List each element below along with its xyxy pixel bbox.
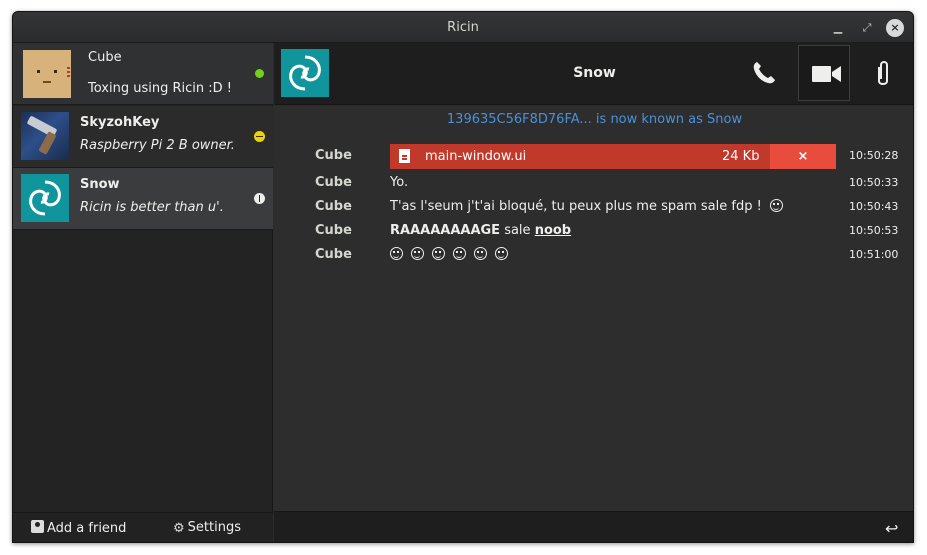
message-sender: Cube bbox=[315, 148, 352, 163]
add-friend-label: Add a friend bbox=[47, 521, 127, 536]
message-time: 10:50:28 bbox=[849, 149, 899, 162]
message-underlined-text: noob bbox=[534, 223, 572, 238]
chat-footer: ↩ bbox=[274, 511, 913, 542]
attach-file-button[interactable] bbox=[857, 45, 909, 101]
message-text: T'as l'seum j't'ai bloqué, tu peux plus … bbox=[390, 199, 791, 214]
friend-item-skyzohkey[interactable]: SkyzohKey Raspberry Pi 2 B owner. bbox=[13, 106, 273, 168]
chat-header: Snow bbox=[274, 43, 913, 105]
message-area: 139635C56F8D76FA... is now known as Snow… bbox=[274, 106, 913, 511]
message-sender: Cube bbox=[315, 199, 352, 214]
friend-item-snow[interactable]: Snow Ricin is better than u'. bbox=[13, 168, 273, 230]
message-row: Cube RAAAAAAAAGE sale noob 10:50:53 bbox=[274, 219, 913, 243]
message-plain-text: sale bbox=[500, 223, 535, 238]
smiley-emoji-icon bbox=[453, 247, 466, 260]
close-button[interactable]: × bbox=[886, 19, 904, 37]
message-time: 10:51:00 bbox=[849, 248, 899, 261]
maximize-button[interactable]: ⤢ bbox=[858, 19, 876, 37]
message-sender: Cube bbox=[315, 223, 352, 238]
message-emojis bbox=[390, 247, 516, 262]
message-row: Cube Yo. 10:50:33 bbox=[274, 171, 913, 195]
settings-label: Settings bbox=[187, 520, 241, 535]
titlebar: Ricin ▁ ⤢ × bbox=[13, 12, 913, 43]
smiley-emoji-icon bbox=[390, 247, 403, 260]
minimize-button[interactable]: ▁ bbox=[829, 19, 847, 37]
message-row: Cube T'as l'seum j't'ai bloqué, tu peux … bbox=[274, 195, 913, 219]
paperclip-icon bbox=[878, 61, 888, 85]
smiley-emoji-icon bbox=[474, 247, 487, 260]
friend-status-message: Raspberry Pi 2 B owner. bbox=[80, 138, 235, 153]
file-size: 24 Kb bbox=[722, 149, 760, 164]
friend-name: SkyzohKey bbox=[80, 115, 160, 130]
profile-header[interactable]: Cube Toxing using Ricin :D ! bbox=[13, 43, 273, 105]
message-time: 10:50:53 bbox=[849, 224, 899, 237]
sidebar-footer: Add a friend ⚙ Settings bbox=[13, 512, 273, 542]
phone-icon bbox=[753, 62, 775, 84]
online-status-icon[interactable] bbox=[255, 69, 264, 78]
file-icon bbox=[399, 149, 410, 163]
smiley-emoji-icon bbox=[432, 247, 445, 260]
avatar bbox=[21, 112, 69, 160]
message-text: RAAAAAAAAGE sale noob bbox=[390, 223, 571, 238]
window-title: Ricin bbox=[447, 20, 479, 35]
nickname-change-notice: 139635C56F8D76FA... is now known as Snow bbox=[446, 112, 743, 127]
file-transfer-bar[interactable]: main-window.ui 24 Kb × bbox=[390, 144, 836, 169]
message-time: 10:50:43 bbox=[849, 200, 899, 213]
message-row: Cube main-window.ui 24 Kb × 10:50:28 bbox=[274, 144, 913, 169]
profile-name[interactable]: Cube bbox=[88, 50, 122, 65]
smiley-emoji-icon bbox=[411, 247, 424, 260]
message-sender: Cube bbox=[315, 247, 352, 262]
smiley-emoji-icon bbox=[769, 199, 783, 212]
message-sender: Cube bbox=[315, 175, 352, 190]
profile-avatar[interactable] bbox=[23, 50, 71, 98]
swirl-logo-icon bbox=[29, 180, 61, 216]
add-user-icon bbox=[31, 520, 44, 533]
message-bold-text: RAAAAAAAAGE bbox=[390, 223, 501, 238]
away-status-icon bbox=[254, 131, 265, 142]
call-button[interactable] bbox=[737, 45, 789, 101]
profile-status-message[interactable]: Toxing using Ricin :D ! bbox=[88, 81, 232, 96]
message-row: Cube 10:51:00 bbox=[274, 243, 913, 267]
gear-icon: ⚙ bbox=[173, 521, 185, 536]
add-friend-button[interactable]: Add a friend bbox=[31, 520, 126, 536]
avatar bbox=[21, 174, 69, 222]
settings-button[interactable]: ⚙ Settings bbox=[173, 520, 241, 536]
offline-status-icon bbox=[254, 193, 265, 204]
sidebar: Cube Toxing using Ricin :D ! SkyzohKey R… bbox=[13, 43, 273, 542]
message-text: Yo. bbox=[390, 175, 409, 190]
ricin-window: Ricin ▁ ⤢ × Cube Toxing using Ricin :D !… bbox=[12, 11, 914, 543]
message-time: 10:50:33 bbox=[849, 176, 899, 189]
smiley-emoji-icon bbox=[495, 247, 508, 260]
file-name: main-window.ui bbox=[425, 149, 527, 164]
friend-status-message: Ricin is better than u'. bbox=[80, 200, 224, 215]
cancel-transfer-button[interactable]: × bbox=[770, 144, 836, 169]
reply-arrow-icon[interactable]: ↩ bbox=[885, 519, 898, 538]
video-call-button[interactable] bbox=[798, 45, 850, 101]
video-camera-icon bbox=[812, 66, 841, 82]
friend-name: Snow bbox=[80, 177, 120, 192]
message-text-content: T'as l'seum j't'ai bloqué, tu peux plus … bbox=[390, 199, 762, 214]
